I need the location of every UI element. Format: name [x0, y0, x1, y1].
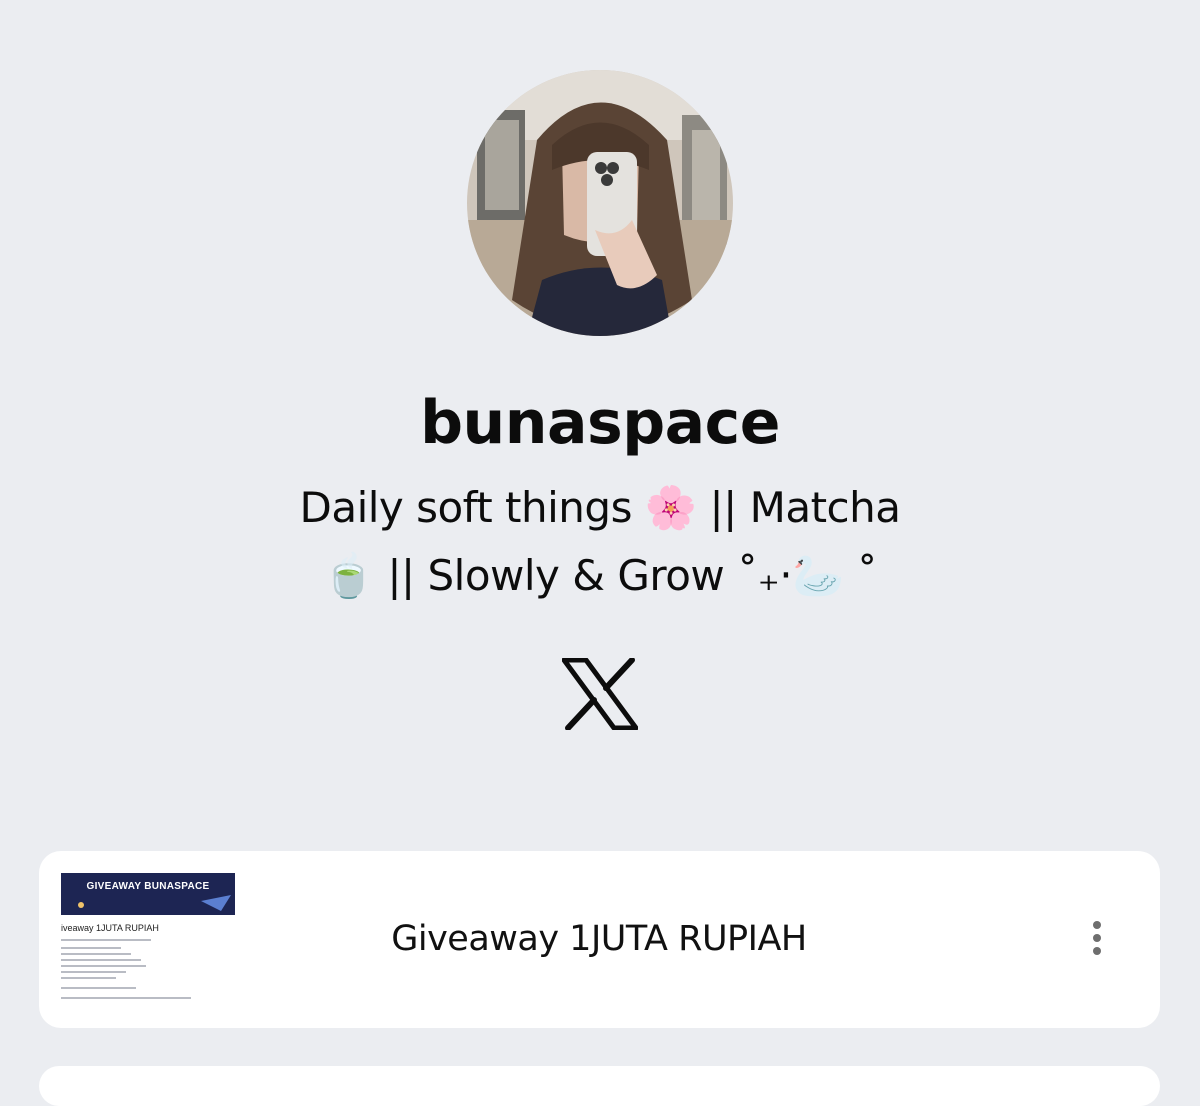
bio-line-1: Daily soft things 🌸 || Matcha [299, 483, 901, 532]
bio-line-2: 🍵 || Slowly & Grow ˚₊‧🦢 ˚ [322, 551, 878, 600]
link-card[interactable]: GIVEAWAY BUNASPACE iveaway 1JUTA RUPIAH … [39, 851, 1160, 1028]
x-logo-icon[interactable] [561, 657, 639, 731]
thumbnail-banner: GIVEAWAY BUNASPACE [61, 873, 235, 915]
profile-avatar [467, 70, 733, 336]
link-title: Giveaway 1JUTA RUPIAH [391, 919, 807, 959]
more-vertical-icon[interactable] [1085, 919, 1109, 959]
profile-bio: Daily soft things 🌸 || Matcha 🍵 || Slowl… [250, 474, 950, 610]
link-thumbnail: GIVEAWAY BUNASPACE iveaway 1JUTA RUPIAH [59, 871, 239, 1009]
thumbnail-decoration [78, 895, 231, 911]
avatar-photo [467, 70, 733, 336]
profile-username: bunaspace [420, 388, 780, 458]
link-card-next[interactable] [39, 1066, 1160, 1106]
thumbnail-heading: iveaway 1JUTA RUPIAH [61, 923, 159, 933]
